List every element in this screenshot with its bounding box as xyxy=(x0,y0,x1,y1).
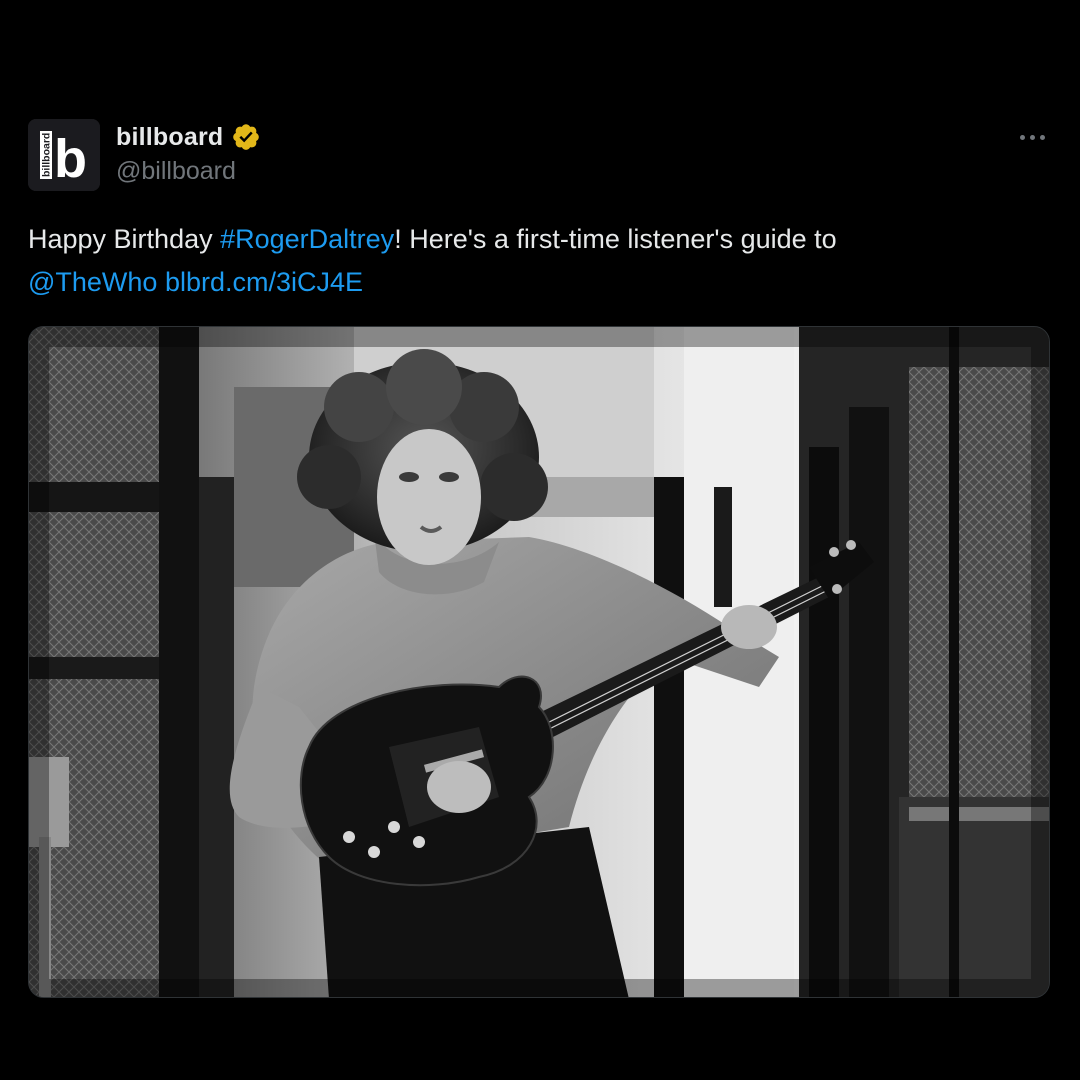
author-display-name-row[interactable]: billboard xyxy=(116,120,261,154)
more-horizontal-icon-dot xyxy=(1039,134,1045,140)
more-options-button[interactable] xyxy=(1012,120,1052,154)
url-link[interactable]: blbrd.cm/3iCJ4E xyxy=(165,267,363,297)
billboard-logo-icon: billboard b xyxy=(28,119,100,191)
more-horizontal-icon-dot xyxy=(1019,134,1025,140)
avatar-letter: b xyxy=(54,129,87,189)
hashtag-link[interactable]: #RogerDaltrey xyxy=(220,224,394,254)
verified-badge-icon xyxy=(233,124,260,150)
avatar-wordmark: billboard xyxy=(41,133,53,177)
author-display-name[interactable]: billboard xyxy=(116,123,223,152)
tweet-text: Happy Birthday #RogerDaltrey! Here's a f… xyxy=(28,218,1048,304)
photo-illustration xyxy=(29,327,1049,997)
tweet-photo[interactable] xyxy=(28,326,1050,998)
author-handle[interactable]: @billboard xyxy=(116,157,236,186)
tweet-card: billboard b billboard @billboard Happy B… xyxy=(0,0,1080,1080)
mention-link[interactable]: @TheWho xyxy=(28,267,157,297)
avatar[interactable]: billboard b xyxy=(28,119,100,191)
tweet-text-part1: Happy Birthday xyxy=(28,224,221,254)
more-horizontal-icon-dot xyxy=(1029,134,1035,140)
tweet-text-part2: ! Here's a first-time listener's guide t… xyxy=(394,224,837,254)
